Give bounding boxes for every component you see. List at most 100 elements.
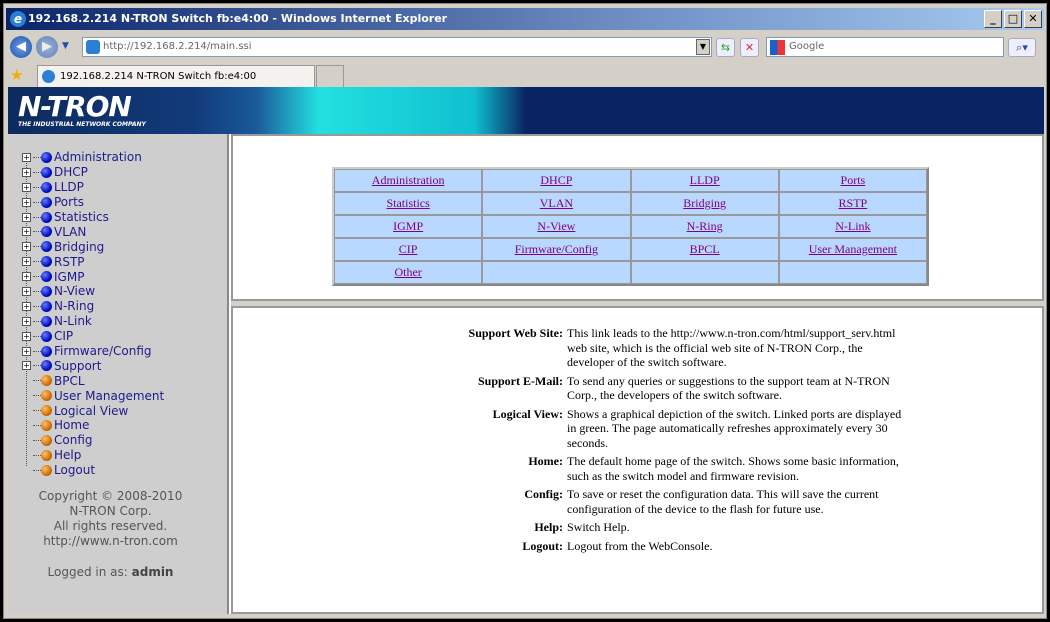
expand-icon[interactable]: + [22,257,31,267]
page-ball-icon [41,375,52,387]
sidebar-item-n-ring[interactable]: + N-Ring [22,299,164,314]
menu-link-administration[interactable]: Administration [372,173,445,187]
favorites-star-icon[interactable]: ★ [10,66,23,84]
menu-link-cip[interactable]: CIP [399,242,418,256]
folder-ball-icon [41,166,52,178]
sidebar-item-administration[interactable]: + Administration [22,150,164,165]
description-text: Shows a graphical depiction of the switc… [567,406,902,450]
menu-link-bpcl[interactable]: BPCL [690,242,720,256]
sidebar-item-ports[interactable]: + Ports [22,195,164,210]
sidebar-item-vlan[interactable]: + VLAN [22,224,164,239]
expand-icon[interactable]: + [22,227,31,237]
address-dropdown-button[interactable]: ▼ [696,39,710,55]
menu-link-n-view[interactable]: N-View [537,219,575,233]
page-ball-icon [41,434,52,446]
menu-cell: Other [334,261,483,284]
menu-cell: Firmware/Config [482,238,631,261]
copyright: Copyright © 2008-2010 N-TRON Corp. All r… [8,489,213,549]
menu-link-n-ring[interactable]: N-Ring [687,219,723,233]
minimize-button[interactable]: _ [984,10,1002,28]
expand-icon[interactable]: + [22,301,31,311]
copyright-rights: All rights reserved. [53,519,168,533]
expand-icon[interactable]: + [22,167,31,177]
menu-cell: BPCL [630,238,779,261]
menu-cell: IGMP [334,215,483,238]
sidebar-item-lldp[interactable]: + LLDP [22,180,164,195]
sidebar-item-bridging[interactable]: + Bridging [22,239,164,254]
sidebar-item-user-management[interactable]: User Management [22,388,164,403]
sidebar-item-rstp[interactable]: + RSTP [22,254,164,269]
new-tab-button[interactable] [316,65,344,88]
tab-active[interactable]: 192.168.2.214 N-TRON Switch fb:e4:00 [37,65,315,88]
folder-ball-icon [41,360,52,372]
sidebar-item-dhcp[interactable]: + DHCP [22,165,164,180]
sidebar-item-n-link[interactable]: + N-Link [22,314,164,329]
sidebar-item-n-view[interactable]: + N-View [22,284,164,299]
expand-icon[interactable]: + [22,272,31,282]
expand-icon[interactable]: + [22,182,31,192]
page-ball-icon [41,449,52,461]
description-label: Support E-Mail: [477,373,563,388]
sidebar-item-help[interactable]: Help [22,448,164,463]
expand-icon[interactable]: + [22,212,31,222]
help-frame: Support Web Site: This link leads to the … [231,306,1044,614]
close-button[interactable]: ✕ [1024,10,1042,28]
menu-link-statistics[interactable]: Statistics [386,196,429,210]
expand-icon[interactable]: + [22,197,31,207]
maximize-button[interactable]: □ [1004,10,1022,28]
menu-cell: CIP [334,238,483,261]
sidebar-item-label: LLDP [54,180,84,195]
sidebar-item-logical-view[interactable]: Logical View [22,403,164,418]
nav-tree: + Administration + DHCP + LLDP + Ports + Statisti… [22,150,164,478]
menu-cell: Ports [778,169,927,192]
window-title: 192.168.2.214 N-TRON Switch fb:e4:00 - W… [28,12,448,25]
navigation-bar: ◀ ▶ ▼ http://192.168.2.214/main.ssi ▼ ⇆ … [4,33,1046,61]
page-ball-icon [41,390,52,402]
folder-ball-icon [41,300,52,312]
expand-icon[interactable]: + [22,152,31,162]
sidebar-item-igmp[interactable]: + IGMP [22,269,164,284]
sidebar-item-firmware-config[interactable]: + Firmware/Config [22,344,164,359]
expand-icon[interactable]: + [22,361,31,371]
menu-link-rstp[interactable]: RSTP [839,196,868,210]
sidebar-item-support[interactable]: + Support [22,358,164,373]
expand-icon[interactable]: + [22,331,31,341]
sidebar-item-bpcl[interactable]: BPCL [22,373,164,388]
stop-button[interactable]: ✕ [740,38,759,57]
menu-frame: Administration DHCP LLDP Ports Statistics VLA… [231,134,1044,301]
sidebar-item-label: N-Link [54,314,92,329]
search-input[interactable]: Google [766,37,1004,57]
menu-link-firmware-config[interactable]: Firmware/Config [515,242,598,256]
sidebar-item-config[interactable]: Config [22,433,164,448]
refresh-button[interactable]: ⇆ [716,38,735,57]
description-row: Support Web Site: This link leads to the … [233,326,1042,370]
search-button[interactable]: ⌕▾ [1008,38,1036,57]
expand-icon[interactable]: + [22,316,31,326]
menu-link-ports[interactable]: Ports [841,173,866,187]
sidebar-item-home[interactable]: Home [22,418,164,433]
expand-icon[interactable]: + [22,346,31,356]
menu-link-user-management[interactable]: User Management [809,242,897,256]
folder-ball-icon [41,345,52,357]
description-label: Config: [524,487,563,501]
menu-link-bridging[interactable]: Bridging [683,196,726,210]
sidebar-item-cip[interactable]: + CIP [22,329,164,344]
menu-link-other[interactable]: Other [394,265,421,279]
menu-link-igmp[interactable]: IGMP [393,219,423,233]
address-bar[interactable]: http://192.168.2.214/main.ssi ▼ [82,37,712,57]
menu-link-dhcp[interactable]: DHCP [540,173,572,187]
menu-link-vlan[interactable]: VLAN [540,196,573,210]
expand-icon[interactable]: + [22,286,31,296]
sidebar-item-label: N-View [54,284,96,299]
sidebar-item-statistics[interactable]: + Statistics [22,210,164,225]
menu-cell: User Management [778,238,927,261]
expand-icon[interactable]: + [22,242,31,252]
menu-link-n-link[interactable]: N-Link [835,219,870,233]
history-dropdown-icon[interactable]: ▼ [62,41,69,51]
back-button[interactable]: ◀ [10,36,32,58]
menu-link-lldp[interactable]: LLDP [690,173,720,187]
menu-cell: Bridging [630,192,779,215]
sidebar-item-logout[interactable]: Logout [22,463,164,478]
menu-cell-empty [482,261,631,284]
forward-button[interactable]: ▶ [36,36,58,58]
